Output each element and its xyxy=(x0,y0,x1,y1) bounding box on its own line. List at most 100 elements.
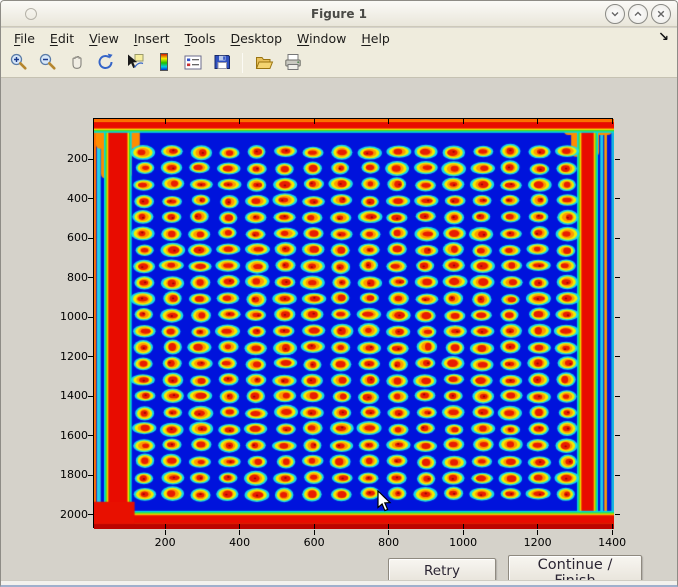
toolbar-open-button[interactable] xyxy=(251,51,276,76)
axis-tick xyxy=(388,530,389,535)
axis-tick xyxy=(239,119,240,124)
minimize-button[interactable] xyxy=(605,4,625,24)
zoom-out-icon xyxy=(38,52,58,75)
axis-tick xyxy=(615,356,620,357)
axis-tick xyxy=(88,317,94,318)
window-controls xyxy=(605,4,671,24)
colorbar-icon xyxy=(154,52,174,75)
toolbar-rotate-3d-button[interactable] xyxy=(93,51,118,76)
figure-window: Figure 1 File Edit View Insert Tools Desktop W… xyxy=(0,0,678,587)
axis-tick xyxy=(463,530,464,535)
save-icon xyxy=(212,52,232,75)
menu-desktop[interactable]: Desktop xyxy=(230,31,282,46)
axis-tick xyxy=(165,119,166,124)
toolbar-zoom-out-button[interactable] xyxy=(35,51,60,76)
x-tick-label: 1200 xyxy=(508,536,568,549)
insert-legend-icon xyxy=(183,52,203,75)
axis-tick xyxy=(165,530,166,535)
menu-edit[interactable]: Edit xyxy=(50,31,74,46)
axis-tick xyxy=(537,119,538,124)
dock-figure-arrow-icon[interactable]: ↘ xyxy=(658,30,669,45)
pan-icon xyxy=(67,52,87,75)
axis-tick xyxy=(615,198,620,199)
close-button[interactable] xyxy=(651,4,671,24)
toolbar-insert-legend-button[interactable] xyxy=(180,51,205,76)
toolbar-print-button[interactable] xyxy=(280,51,305,76)
toolbar-zoom-in-button[interactable] xyxy=(6,51,31,76)
continue-finish-button[interactable]: Continue / Finish xyxy=(508,555,642,583)
x-tick-label: 1400 xyxy=(582,536,642,549)
axis-tick xyxy=(615,277,620,278)
menu-view[interactable]: View xyxy=(89,31,119,46)
y-tick-label: 800 xyxy=(44,271,88,284)
x-tick-label: 400 xyxy=(210,536,270,549)
y-tick-label: 1000 xyxy=(44,310,88,323)
axis-tick xyxy=(388,524,389,529)
y-tick-label: 1800 xyxy=(44,468,88,481)
toolbar-separator xyxy=(242,53,243,73)
axis-tick xyxy=(615,475,620,476)
axis-tick xyxy=(88,277,94,278)
window-title: Figure 1 xyxy=(1,7,677,21)
axis-tick xyxy=(463,119,464,124)
figure-canvas: 200 400 600 800 1000 1200 1400 200 400 600 800 1000… xyxy=(1,79,677,585)
axis-tick xyxy=(88,514,94,515)
chevron-down-icon xyxy=(609,5,621,24)
axis-tick xyxy=(165,524,166,529)
y-tick-label: 1400 xyxy=(44,389,88,402)
y-tick-label: 1600 xyxy=(44,429,88,442)
axis-tick xyxy=(88,435,94,436)
axis-tick xyxy=(612,530,613,535)
axis-tick xyxy=(537,524,538,529)
axis-tick xyxy=(88,198,94,199)
rotate-3d-icon xyxy=(96,52,116,75)
print-icon xyxy=(283,52,303,75)
axis-tick xyxy=(88,238,94,239)
y-tick-label: 2000 xyxy=(44,508,88,521)
toolbar-data-cursor-button[interactable] xyxy=(122,51,147,76)
x-tick-label: 800 xyxy=(359,536,419,549)
y-tick-label: 200 xyxy=(44,152,88,165)
menu-help[interactable]: Help xyxy=(361,31,390,46)
axis-tick xyxy=(615,514,620,515)
data-cursor-icon xyxy=(125,52,145,75)
toolbar-colorbar-button[interactable] xyxy=(151,51,176,76)
y-tick-label: 1200 xyxy=(44,350,88,363)
axis-tick xyxy=(88,396,94,397)
axis-tick xyxy=(88,159,94,160)
x-tick-label: 200 xyxy=(135,536,195,549)
menu-insert[interactable]: Insert xyxy=(134,31,170,46)
axis-tick xyxy=(463,524,464,529)
maximize-button[interactable] xyxy=(628,4,648,24)
axis-tick xyxy=(615,396,620,397)
axis-tick xyxy=(537,530,538,535)
axis-tick xyxy=(388,119,389,124)
menu-file[interactable]: File xyxy=(14,31,35,46)
axes: 2004006008001000120014002004006008001000… xyxy=(93,118,613,528)
zoom-in-icon xyxy=(9,52,29,75)
heatmap-image[interactable] xyxy=(94,119,614,529)
axis-tick xyxy=(88,475,94,476)
axis-tick xyxy=(612,524,613,529)
axis-tick xyxy=(239,530,240,535)
x-icon xyxy=(655,5,667,24)
axis-tick xyxy=(239,524,240,529)
open-icon xyxy=(254,52,274,75)
titlebar[interactable]: Figure 1 xyxy=(1,1,677,27)
axis-tick xyxy=(615,317,620,318)
axis-tick xyxy=(612,119,613,124)
axis-tick xyxy=(615,159,620,160)
y-tick-label: 600 xyxy=(44,231,88,244)
x-tick-label: 1000 xyxy=(433,536,493,549)
toolbar-save-button[interactable] xyxy=(209,51,234,76)
menu-window[interactable]: Window xyxy=(297,31,346,46)
axis-tick xyxy=(314,530,315,535)
toolbar-pan-button[interactable] xyxy=(64,51,89,76)
menu-tools[interactable]: Tools xyxy=(185,31,216,46)
axis-tick xyxy=(314,524,315,529)
y-tick-label: 400 xyxy=(44,192,88,205)
x-tick-label: 600 xyxy=(284,536,344,549)
window-menu-icon[interactable] xyxy=(25,8,37,20)
axis-tick xyxy=(88,356,94,357)
axis-tick xyxy=(615,435,620,436)
